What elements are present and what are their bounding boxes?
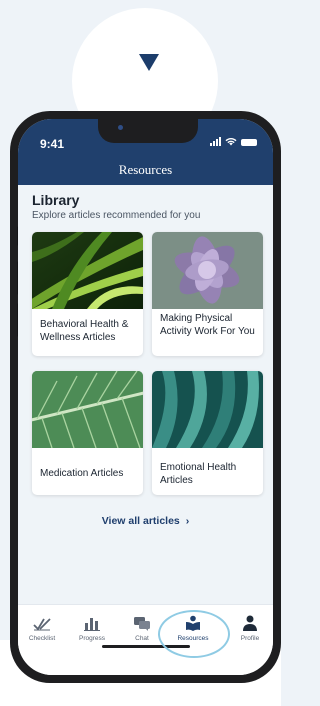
resources-highlight-ring xyxy=(158,610,230,658)
tab-label: Checklist xyxy=(28,635,56,642)
library-subtitle: Explore articles recommended for you xyxy=(32,210,201,221)
article-card-medication[interactable]: Medication Articles xyxy=(32,371,143,495)
tab-label: Progress xyxy=(78,635,105,642)
tab-label: Chat xyxy=(135,635,149,642)
article-card-behavioral-health[interactable]: Behavioral Health & Wellness Articles xyxy=(32,232,143,356)
chevron-right-icon: › xyxy=(185,515,190,527)
phone-screen: 9:41 Resources Library Explore articles … xyxy=(18,119,273,675)
article-title: Behavioral Health & Wellness Articles xyxy=(40,319,129,343)
article-card-emotional-health[interactable]: Emotional Health Articles xyxy=(152,371,263,495)
view-all-label: View all articles xyxy=(101,515,180,527)
teal-plant-image xyxy=(152,371,263,448)
library-title: Library xyxy=(32,192,80,208)
signal-icon xyxy=(210,137,221,146)
article-title: Making Physical Activity Work For You xyxy=(160,313,255,337)
chat-icon xyxy=(122,615,162,631)
status-bar: 9:41 xyxy=(18,119,273,161)
checklist-icon xyxy=(22,615,62,631)
purple-succulent-image xyxy=(152,232,263,309)
tab-profile[interactable]: Profile xyxy=(230,615,270,642)
article-title: Medication Articles xyxy=(40,468,124,479)
status-time: 9:41 xyxy=(40,137,65,151)
down-arrow-icon xyxy=(139,54,159,71)
view-all-articles-link[interactable]: View all articles › xyxy=(18,515,273,527)
tab-label: Profile xyxy=(240,635,260,642)
battery-icon xyxy=(241,139,257,146)
article-card-physical-activity[interactable]: Making Physical Activity Work For You xyxy=(152,232,263,356)
tab-progress[interactable]: Progress xyxy=(72,615,112,642)
notch xyxy=(98,119,198,143)
profile-icon xyxy=(230,615,270,631)
camera-icon xyxy=(118,125,123,130)
tab-chat[interactable]: Chat xyxy=(122,615,162,642)
article-title: Emotional Health Articles xyxy=(160,462,237,486)
nav-title: Resources xyxy=(118,162,173,177)
status-icons xyxy=(210,137,257,146)
tab-bar: Checklist Progress Chat Resources Profil… xyxy=(18,604,273,675)
nav-bar: Resources xyxy=(18,161,273,185)
leaf-veins-image xyxy=(32,371,143,448)
bar-chart-icon xyxy=(72,615,112,631)
phone-frame: 9:41 Resources Library Explore articles … xyxy=(10,111,281,683)
tab-checklist[interactable]: Checklist xyxy=(22,615,62,642)
green-agave-leaves-image xyxy=(32,232,143,309)
wifi-icon xyxy=(225,138,237,146)
